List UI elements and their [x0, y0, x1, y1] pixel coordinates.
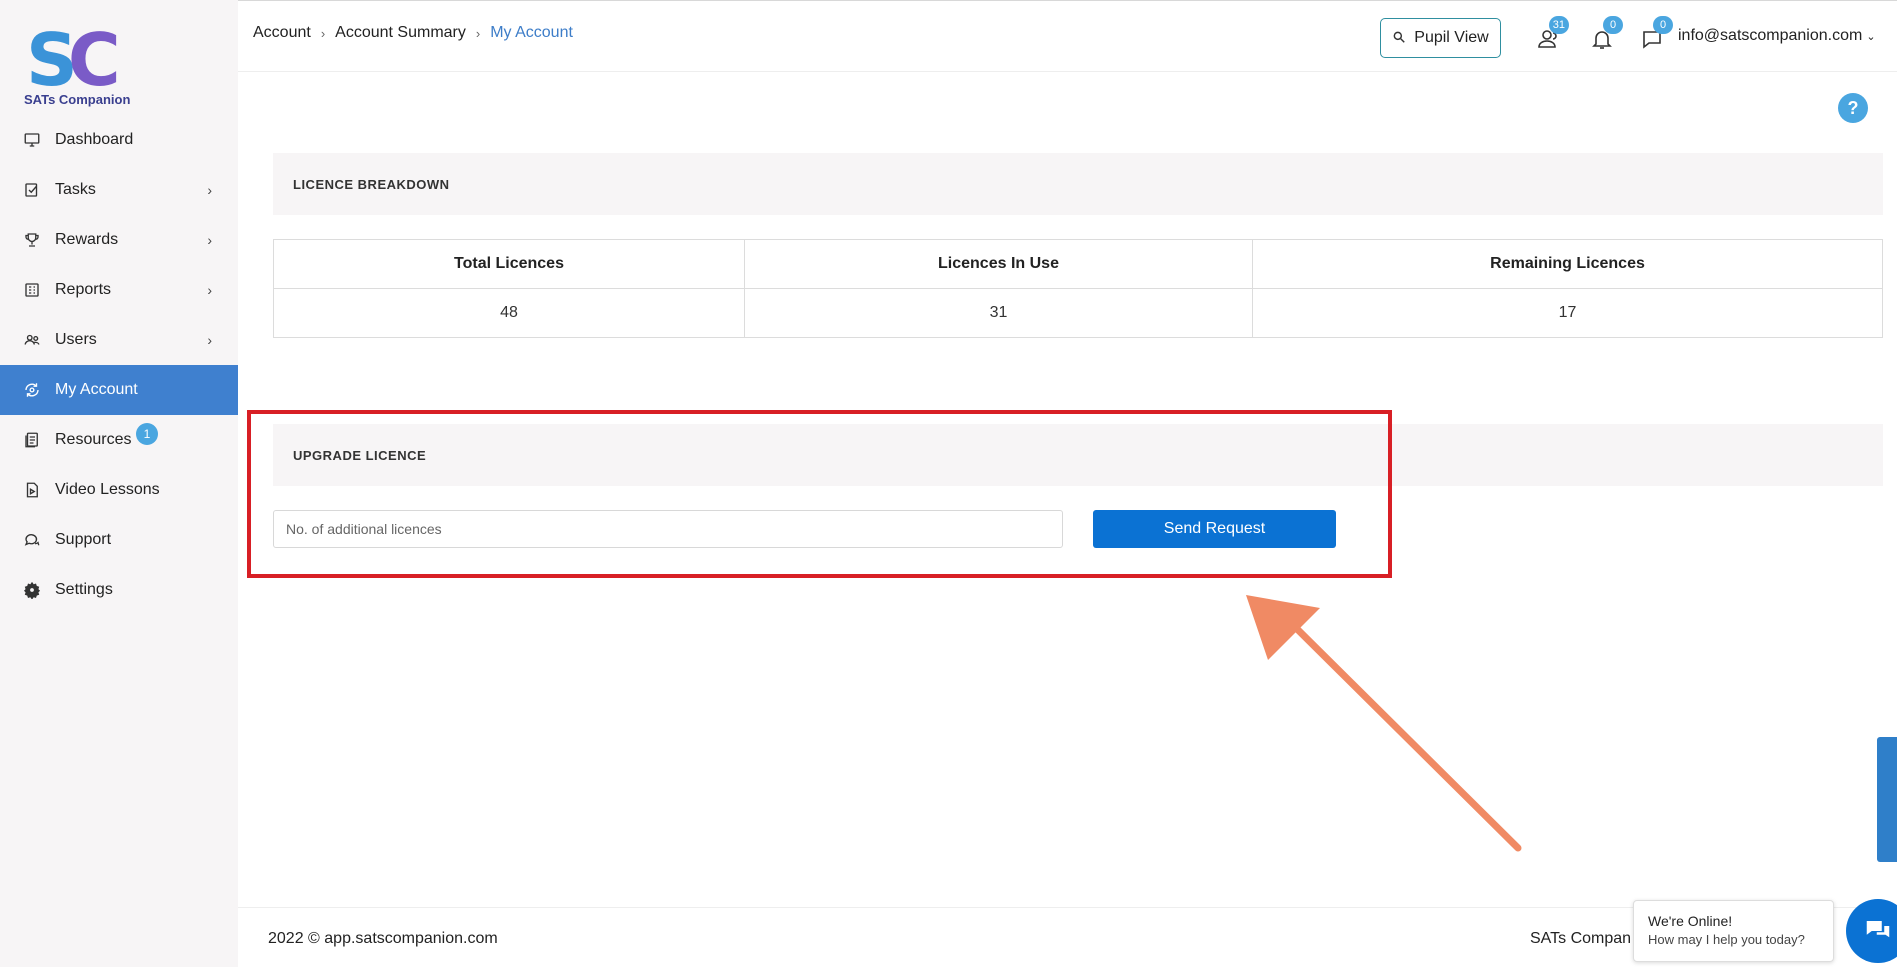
sidebar-item-label: Users — [55, 331, 97, 348]
video-icon — [22, 480, 42, 500]
column-header: Total Licences — [273, 239, 745, 289]
licence-table: Total Licences Licences In Use Remaining… — [273, 239, 1883, 338]
sidebar-item-settings[interactable]: Settings — [0, 565, 238, 615]
licence-breakdown-header: LICENCE BREAKDOWN — [273, 153, 1883, 215]
user-menu[interactable]: info@satscompanion.com ⌄ — [1678, 27, 1876, 45]
messages-button[interactable]: 0 — [1637, 16, 1673, 54]
column-header: Remaining Licences — [1252, 239, 1883, 289]
sidebar-item-dashboard[interactable]: Dashboard — [0, 115, 238, 165]
pupil-view-button[interactable]: Pupil View — [1380, 18, 1501, 58]
logo-text: SATs Companion — [24, 92, 131, 107]
messages-badge: 0 — [1653, 16, 1673, 34]
chat-bubbles-icon — [1866, 921, 1890, 938]
column-header: Licences In Use — [744, 239, 1253, 289]
breadcrumb-account-summary[interactable]: Account Summary — [335, 24, 466, 42]
help-icon[interactable]: ? — [1838, 93, 1868, 123]
table-header-row: Total Licences Licences In Use Remaining… — [273, 239, 1883, 289]
sidebar-item-label: Reports — [55, 281, 112, 298]
footer-brand: SATs Compan — [1530, 930, 1632, 947]
sidebar-item-label: Tasks — [55, 181, 96, 198]
trophy-icon — [22, 230, 42, 250]
notifications-button[interactable]: 0 — [1587, 16, 1623, 54]
total-licences-value: 48 — [273, 288, 745, 338]
resources-badge: 1 — [136, 423, 158, 445]
chat-icon — [22, 530, 42, 550]
chevron-right-icon: › — [207, 332, 212, 348]
chevron-right-icon: › — [207, 232, 212, 248]
sidebar-item-resources[interactable]: Resources 1 — [0, 415, 238, 465]
chevron-down-icon: ⌄ — [1866, 31, 1876, 43]
chevron-right-icon: › — [475, 25, 481, 41]
gear-icon — [22, 580, 42, 600]
sidebar-item-rewards[interactable]: Rewards › — [0, 215, 238, 265]
table-row: 48 31 17 — [273, 288, 1883, 338]
sidebar-item-tasks[interactable]: Tasks › — [0, 165, 238, 215]
sidebar-item-label: Rewards — [55, 231, 119, 248]
notifications-badge: 0 — [1603, 16, 1623, 34]
monitor-icon — [22, 130, 42, 150]
resources-icon — [22, 430, 42, 450]
sidebar-item-label: Resources — [55, 431, 132, 448]
users-icon — [22, 330, 42, 350]
top-header: Account › Account Summary › My Account P… — [238, 0, 1897, 72]
magnifier-icon — [1392, 30, 1406, 47]
breadcrumb: Account › Account Summary › My Account — [253, 24, 573, 42]
feedback-tab[interactable] — [1877, 737, 1897, 862]
chat-title: We're Online! — [1648, 913, 1733, 929]
sidebar-item-users[interactable]: Users › — [0, 315, 238, 365]
footer-copyright: 2022 © app.satscompanion.com — [268, 930, 498, 947]
pupil-view-label: Pupil View — [1414, 29, 1489, 46]
licences-in-use-value: 31 — [744, 288, 1253, 338]
user-email: info@satscompanion.com — [1678, 27, 1863, 44]
chevron-right-icon: › — [320, 25, 326, 41]
sidebar-nav: Dashboard Tasks › Rewards › Reports › Us… — [0, 115, 238, 615]
reports-icon — [22, 280, 42, 300]
sidebar-item-video-lessons[interactable]: Video Lessons — [0, 465, 238, 515]
users-badge: 31 — [1548, 16, 1569, 34]
sidebar-item-support[interactable]: Support — [0, 515, 238, 565]
chat-greeting-bubble[interactable]: We're Online! How may I help you today? — [1633, 900, 1834, 962]
chevron-right-icon: › — [207, 282, 212, 298]
breadcrumb-current: My Account — [490, 24, 573, 41]
tasks-icon — [22, 180, 42, 200]
logo-mark: SC — [26, 18, 121, 102]
annotation-arrow-icon — [1246, 595, 1522, 852]
sidebar-item-label: My Account — [55, 381, 138, 398]
users-button[interactable]: 31 — [1533, 16, 1569, 54]
chevron-right-icon: › — [207, 182, 212, 198]
sidebar-item-label: Video Lessons — [55, 481, 160, 498]
highlight-annotation-box — [247, 410, 1392, 578]
remaining-licences-value: 17 — [1252, 288, 1883, 338]
account-icon — [22, 380, 42, 400]
sidebar-item-label: Settings — [55, 581, 113, 598]
chat-subtitle: How may I help you today? — [1648, 932, 1805, 947]
sidebar-item-label: Dashboard — [55, 131, 134, 148]
sidebar-item-my-account[interactable]: My Account — [0, 365, 238, 415]
breadcrumb-account[interactable]: Account — [253, 24, 311, 42]
sidebar-item-label: Support — [55, 531, 112, 548]
sidebar-item-reports[interactable]: Reports › — [0, 265, 238, 315]
sidebar: SC SATs Companion Dashboard Tasks › Rewa… — [0, 0, 238, 967]
logo[interactable]: SC SATs Companion — [24, 22, 134, 112]
